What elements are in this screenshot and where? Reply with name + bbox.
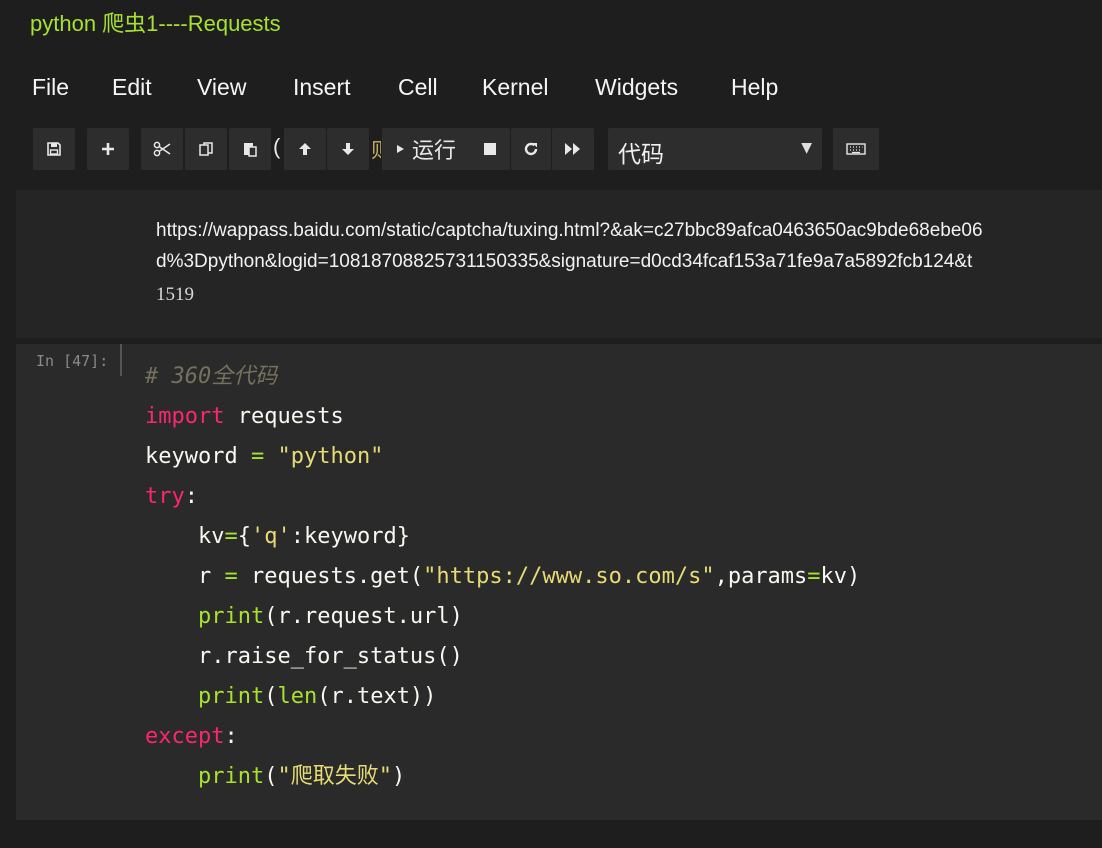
copy-icon (199, 142, 213, 156)
move-up-button[interactable] (284, 128, 326, 170)
paste-button[interactable] (229, 128, 271, 170)
code-line: r.raise_for_status() (145, 644, 463, 669)
output-url-line-2: d%3Dpython&logid=10818708825731150335&si… (156, 251, 973, 272)
code-line: print("爬取失败") (145, 764, 406, 789)
output-length: 1519 (156, 284, 194, 305)
code-line: import requests (145, 404, 344, 429)
menu-widgets[interactable]: Widgets (595, 74, 678, 101)
fast-forward-icon (565, 143, 580, 155)
copy-button[interactable] (185, 128, 227, 170)
arrow-down-icon (342, 143, 354, 155)
menu-view[interactable]: View (197, 74, 246, 101)
code-line: kv={'q':keyword} (145, 524, 410, 549)
input-prompt: In [47]: (36, 352, 109, 370)
run-icon (397, 145, 404, 153)
notebook-header: python 爬虫1----Requests (0, 0, 1102, 40)
arrow-up-icon (299, 143, 311, 155)
code-line: except: (145, 724, 238, 749)
toolbar: ( 则 运行 代码 ▼ (16, 124, 1102, 190)
code-cell[interactable]: In [47]: # 360全代码 import requests keywor… (16, 344, 1102, 820)
interrupt-button[interactable] (470, 128, 510, 170)
code-line: print(r.request.url) (145, 604, 463, 629)
code-line: print(len(r.text)) (145, 684, 437, 709)
cut-icon (153, 141, 171, 157)
run-button-label: 运行 (412, 138, 457, 163)
keyboard-icon (846, 143, 866, 155)
plus-icon (102, 143, 114, 155)
stop-icon (484, 143, 496, 155)
run-button[interactable]: 运行 (382, 128, 480, 170)
cut-button[interactable] (141, 128, 183, 170)
menu-edit[interactable]: Edit (112, 74, 152, 101)
insert-cell-button[interactable] (87, 128, 129, 170)
toolbar-partial-label: ( (273, 134, 281, 159)
notebook-title[interactable]: python 爬虫1----Requests (30, 6, 281, 38)
save-icon (47, 142, 61, 156)
restart-icon (524, 142, 538, 156)
menu-file[interactable]: File (32, 74, 69, 101)
cell-type-select[interactable]: 代码 ▼ (608, 128, 822, 170)
move-down-button[interactable] (327, 128, 369, 170)
code-editor[interactable]: # 360全代码 import requests keyword = "pyth… (145, 362, 1095, 812)
toolbar-partial-label-2: 则 (371, 134, 381, 163)
cell-type-value: 代码 (618, 141, 664, 167)
output-area: https://wappass.baidu.com/static/captcha… (16, 190, 1102, 338)
code-line: # 360全代码 (145, 364, 278, 389)
command-palette-button[interactable] (833, 128, 879, 170)
run-all-button[interactable] (552, 128, 594, 170)
menu-cell[interactable]: Cell (398, 74, 438, 101)
menu-kernel[interactable]: Kernel (482, 74, 548, 101)
menu-help[interactable]: Help (731, 74, 778, 101)
menu-insert[interactable]: Insert (293, 74, 351, 101)
restart-button[interactable] (511, 128, 551, 170)
menu-bar: File Edit View Insert Cell Kernel Widget… (0, 62, 1102, 118)
output-url-line-1: https://wappass.baidu.com/static/captcha… (156, 220, 983, 241)
code-line: keyword = "python" (145, 444, 384, 469)
paste-icon (244, 143, 257, 157)
code-line: try: (145, 484, 198, 509)
cell-divider (120, 344, 122, 376)
save-button[interactable] (33, 128, 75, 170)
chevron-down-icon: ▼ (801, 140, 812, 156)
code-line: r = requests.get("https://www.so.com/s",… (145, 564, 861, 589)
